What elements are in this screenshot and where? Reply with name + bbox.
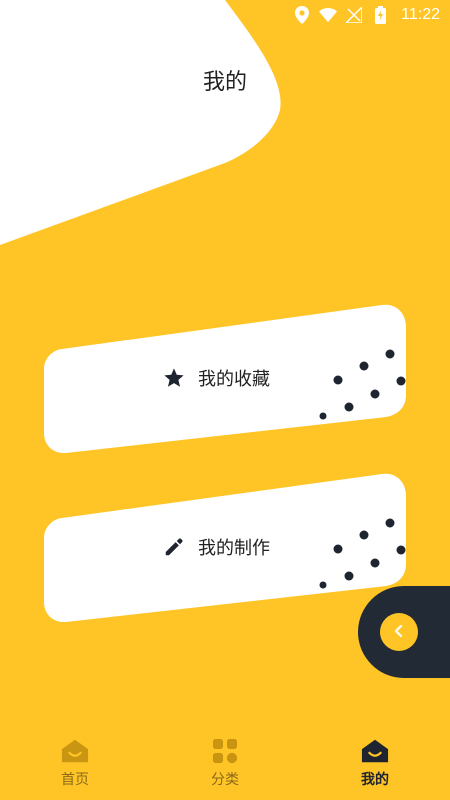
my-creations-label: 我的制作	[198, 538, 270, 559]
collapse-button[interactable]	[380, 613, 418, 651]
tab-home[interactable]: 首页	[0, 726, 150, 800]
my-favorites-card[interactable]: 我的收藏	[44, 303, 406, 453]
my-favorites-label: 我的收藏	[198, 369, 270, 390]
battery-charging-icon	[371, 6, 389, 24]
star-icon	[162, 366, 186, 390]
home-icon	[61, 737, 89, 765]
wifi-icon	[319, 6, 338, 24]
floating-side-panel	[358, 586, 450, 678]
no-signal-icon	[345, 6, 363, 24]
location-icon	[293, 6, 311, 24]
profile-house-icon	[361, 737, 389, 765]
chevron-left-icon	[392, 623, 406, 642]
page-title: 我的	[202, 70, 247, 95]
tab-profile-label: 我的	[361, 772, 389, 788]
tab-category[interactable]: 分类	[150, 726, 300, 800]
bottom-tab-bar: 首页 分类 我的	[0, 726, 450, 800]
status-bar: 11:22	[0, 0, 450, 30]
pencil-icon	[162, 535, 186, 559]
tab-profile[interactable]: 我的	[300, 726, 450, 800]
status-time: 11:22	[401, 6, 440, 23]
grid-icon	[211, 737, 239, 765]
header-background-shape	[0, 0, 281, 245]
my-creations-card[interactable]: 我的制作	[44, 472, 406, 622]
tab-category-label: 分类	[211, 772, 239, 788]
tab-home-label: 首页	[61, 772, 89, 788]
